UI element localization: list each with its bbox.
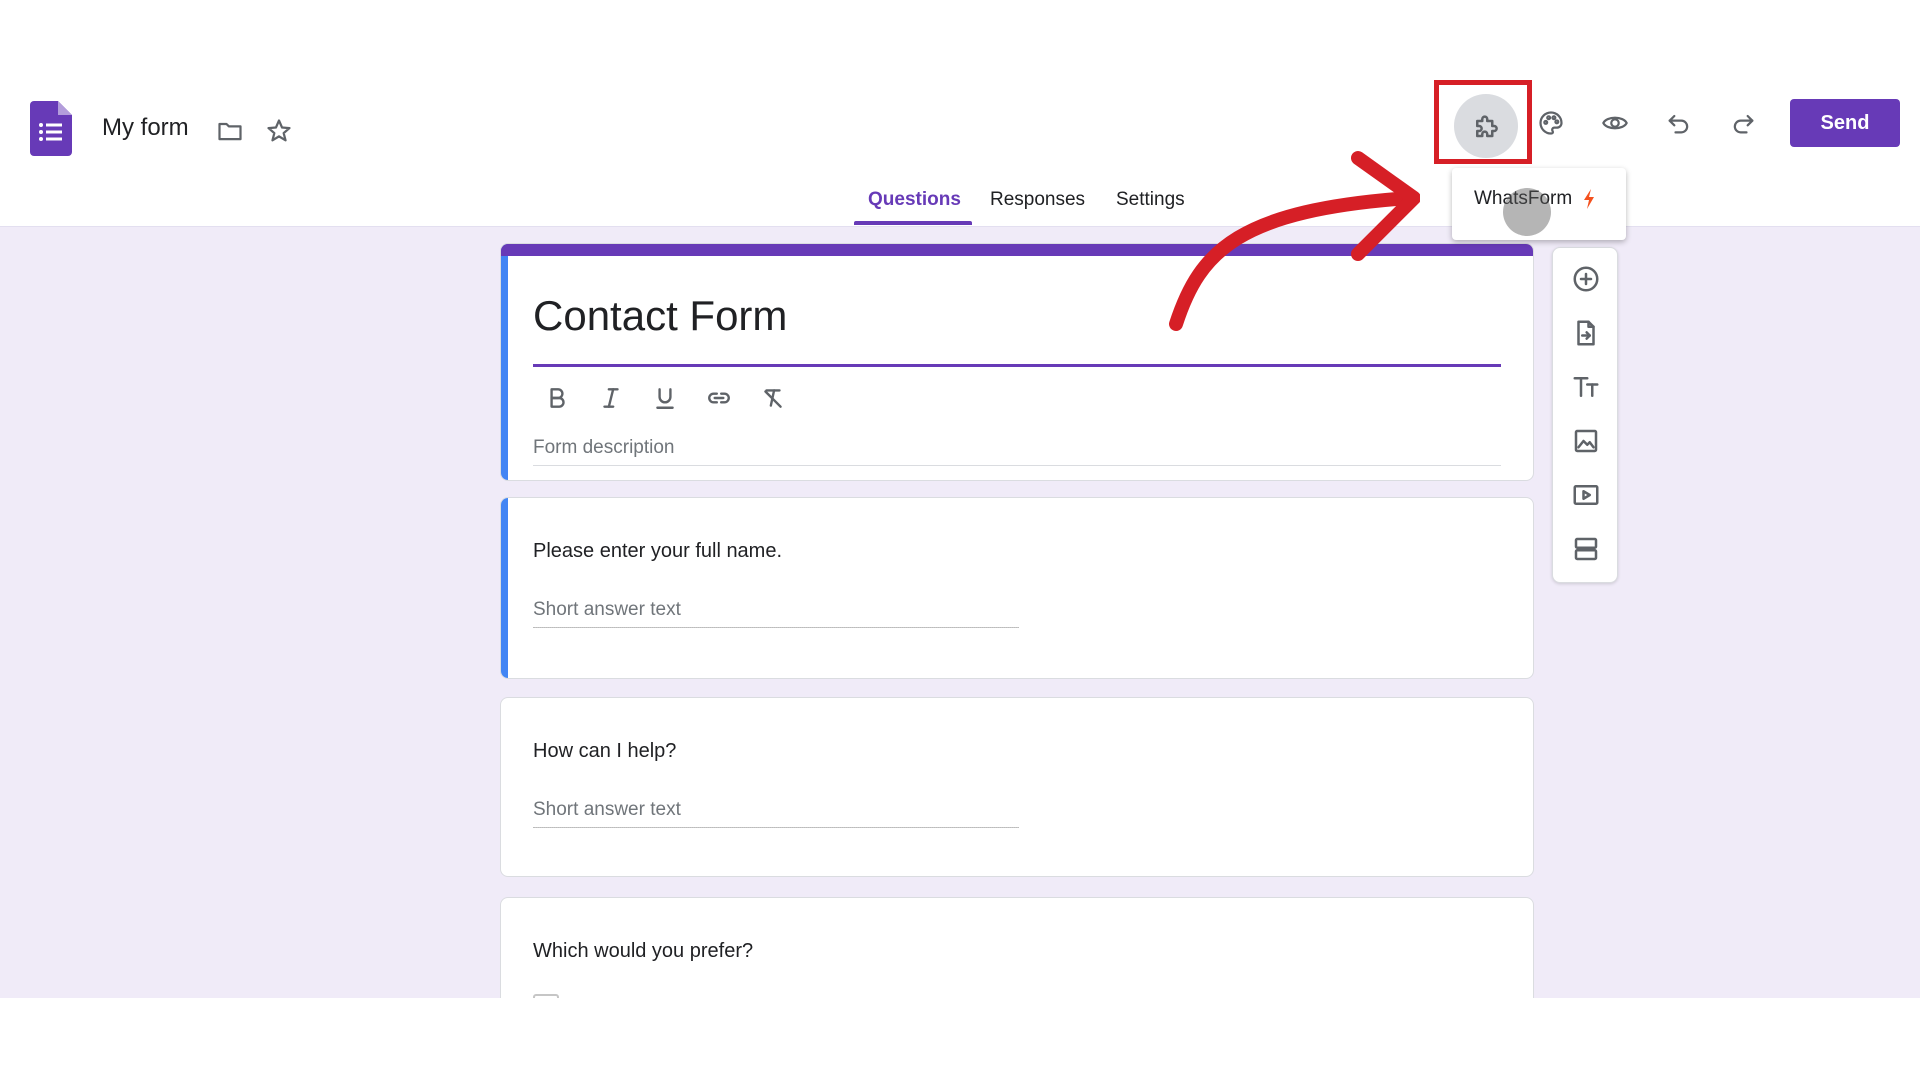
tab-responses[interactable]: Responses <box>990 189 1085 211</box>
folder-icon[interactable] <box>213 114 247 148</box>
cursor-click-indicator <box>1503 188 1551 236</box>
title-input-underline <box>533 364 1501 367</box>
question-card[interactable]: Which would you prefer? <box>500 897 1534 998</box>
short-answer-line <box>533 627 1019 628</box>
add-video-icon[interactable] <box>1567 476 1605 514</box>
question-card[interactable]: How can I help? Short answer text <box>500 697 1534 877</box>
forms-logo-icon[interactable] <box>30 101 72 156</box>
short-answer-placeholder: Short answer text <box>533 599 681 620</box>
question-title[interactable]: Please enter your full name. <box>533 540 782 563</box>
annotation-highlight-box <box>1434 80 1532 164</box>
star-icon[interactable] <box>262 114 296 148</box>
undo-icon[interactable] <box>1662 106 1696 140</box>
question-title[interactable]: Which would you prefer? <box>533 940 753 963</box>
preview-eye-icon[interactable] <box>1598 106 1632 140</box>
question-card[interactable]: Please enter your full name. Short answe… <box>500 497 1534 679</box>
tab-questions[interactable]: Questions <box>868 189 961 211</box>
form-name[interactable]: My form <box>102 114 189 142</box>
palette-icon[interactable] <box>1534 106 1568 140</box>
clear-format-icon[interactable] <box>755 380 791 416</box>
import-questions-icon[interactable] <box>1567 314 1605 352</box>
format-toolbar <box>539 380 791 416</box>
add-question-icon[interactable] <box>1567 260 1605 298</box>
short-answer-placeholder: Short answer text <box>533 799 681 820</box>
underline-icon[interactable] <box>647 380 683 416</box>
send-button[interactable]: Send <box>1790 99 1900 147</box>
form-canvas: Contact Form Form description Please ent… <box>0 226 1920 998</box>
google-forms-editor: My form Send Questions Responses Setting… <box>0 0 1920 1080</box>
form-description-input[interactable]: Form description <box>533 437 675 459</box>
italic-icon[interactable] <box>593 380 629 416</box>
add-image-icon[interactable] <box>1567 422 1605 460</box>
short-answer-line <box>533 827 1019 828</box>
bolt-icon <box>1584 189 1595 209</box>
question-title[interactable]: How can I help? <box>533 740 676 763</box>
side-toolbar <box>1552 247 1618 583</box>
bold-icon[interactable] <box>539 380 575 416</box>
form-title[interactable]: Contact Form <box>533 292 787 340</box>
annotation-arrow-icon <box>1169 151 1420 331</box>
bottom-blank-area <box>0 998 1920 1080</box>
redo-icon[interactable] <box>1726 106 1760 140</box>
active-tab-indicator <box>854 221 972 225</box>
add-title-icon[interactable] <box>1567 368 1605 406</box>
description-underline <box>533 465 1501 466</box>
link-icon[interactable] <box>701 380 737 416</box>
add-section-icon[interactable] <box>1567 530 1605 568</box>
